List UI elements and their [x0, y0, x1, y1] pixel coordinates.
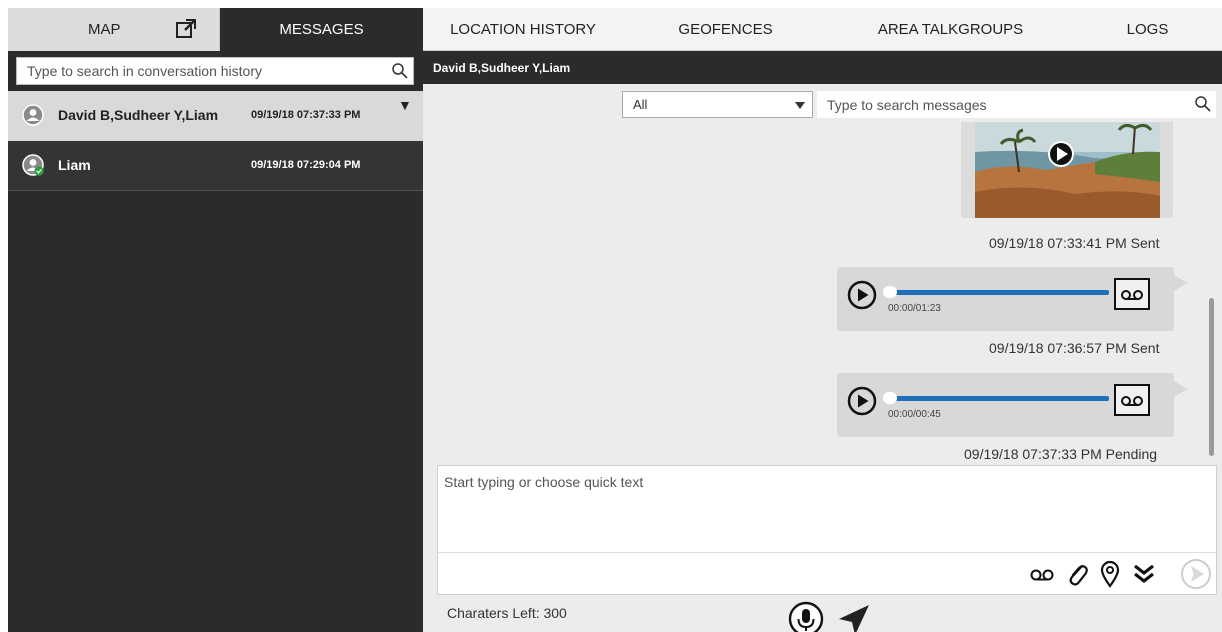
conversation-item[interactable]: Liam 09/19/18 07:29:04 PM [8, 141, 423, 191]
play-icon[interactable] [847, 280, 877, 310]
audio-progress-track[interactable] [889, 290, 1109, 295]
user-avatar-icon [22, 104, 44, 126]
tab-map-label: MAP [88, 21, 121, 38]
message-search-input[interactable] [817, 91, 1187, 118]
voicemail-icon[interactable] [1114, 278, 1150, 310]
play-icon[interactable] [847, 386, 877, 416]
tab-map[interactable]: MAP [8, 8, 220, 51]
microphone-icon[interactable] [788, 601, 824, 632]
search-icon[interactable] [391, 62, 409, 80]
image-message-bubble[interactable] [961, 122, 1173, 218]
voicemail-icon[interactable] [1026, 560, 1058, 588]
thread-scrollbar[interactable] [1209, 298, 1214, 456]
conversation-name: David B,Sudheer Y,Liam [58, 107, 219, 123]
message-timestamp: 09/19/18 07:37:33 PM Pending [964, 446, 1158, 462]
chat-panel: David B,Sudheer Y,Liam All Type to searc… [423, 51, 1222, 632]
message-filter-value: All [633, 97, 648, 112]
image-thumbnail[interactable] [975, 122, 1160, 218]
bubble-tail [1174, 275, 1188, 291]
audio-message-bubble: 00:00/00:45 [837, 373, 1188, 437]
conversation-time: 09/19/18 07:37:33 PM [251, 109, 361, 121]
audio-message-bubble: 00:00/01:23 [837, 267, 1188, 331]
message-search-box [817, 91, 1216, 118]
send-icon[interactable] [1180, 558, 1212, 590]
caret-down-icon[interactable]: ▼ [398, 97, 412, 113]
audio-duration: 00:00/01:23 [888, 303, 941, 314]
characters-left-counter: Charaters Left: 300 [447, 605, 567, 621]
conversation-item-selected[interactable]: David B,Sudheer Y,Liam 09/19/18 07:37:33… [8, 91, 423, 141]
message-filter-select[interactable]: All [622, 91, 813, 118]
app-window: MAP MESSAGES LOCATION HISTORY GEOFENCES … [8, 8, 1222, 632]
audio-progress-handle[interactable] [883, 286, 897, 298]
audio-progress-handle[interactable] [883, 392, 897, 404]
bubble-tail [1174, 381, 1188, 397]
location-pin-icon[interactable] [1098, 560, 1122, 588]
conversation-time: 09/19/18 07:29:04 PM [251, 159, 361, 171]
compose-divider [438, 552, 1216, 553]
external-window-icon[interactable] [174, 17, 198, 41]
paperclip-icon[interactable] [1064, 560, 1090, 588]
voicemail-icon[interactable] [1114, 384, 1150, 416]
message-timestamp: 09/19/18 07:33:41 PM Sent [989, 235, 1160, 251]
tab-geofences[interactable]: GEOFENCES [623, 8, 828, 51]
compose-box [437, 465, 1217, 595]
message-thread[interactable]: 09/19/18 07:33:41 PM Sent 00:00/01:23 09… [423, 122, 1222, 465]
tab-logs[interactable]: LOGS [1073, 8, 1222, 51]
audio-progress-track[interactable] [889, 396, 1109, 401]
search-icon[interactable] [1194, 95, 1212, 113]
message-timestamp: 09/19/18 07:36:57 PM Sent [989, 340, 1160, 356]
paper-plane-icon[interactable] [837, 603, 871, 632]
conversation-search-box [16, 57, 414, 85]
top-tab-bar: MAP MESSAGES LOCATION HISTORY GEOFENCES … [8, 8, 1222, 51]
conversation-panel: David B,Sudheer Y,Liam 09/19/18 07:37:33… [8, 51, 423, 632]
double-chevron-down-icon[interactable] [1130, 560, 1158, 588]
audio-duration: 00:00/00:45 [888, 409, 941, 420]
chevron-down-icon [795, 102, 805, 109]
compose-textarea[interactable] [438, 466, 1216, 552]
tab-location-history[interactable]: LOCATION HISTORY [423, 8, 623, 51]
conversation-name: Liam [58, 157, 91, 173]
chat-header-title: David B,Sudheer Y,Liam [423, 51, 1222, 84]
conversation-search-input[interactable] [17, 58, 387, 84]
tab-messages[interactable]: MESSAGES [220, 8, 423, 51]
tab-area-talkgroups[interactable]: AREA TALKGROUPS [828, 8, 1073, 51]
user-avatar-online-icon [22, 154, 44, 176]
